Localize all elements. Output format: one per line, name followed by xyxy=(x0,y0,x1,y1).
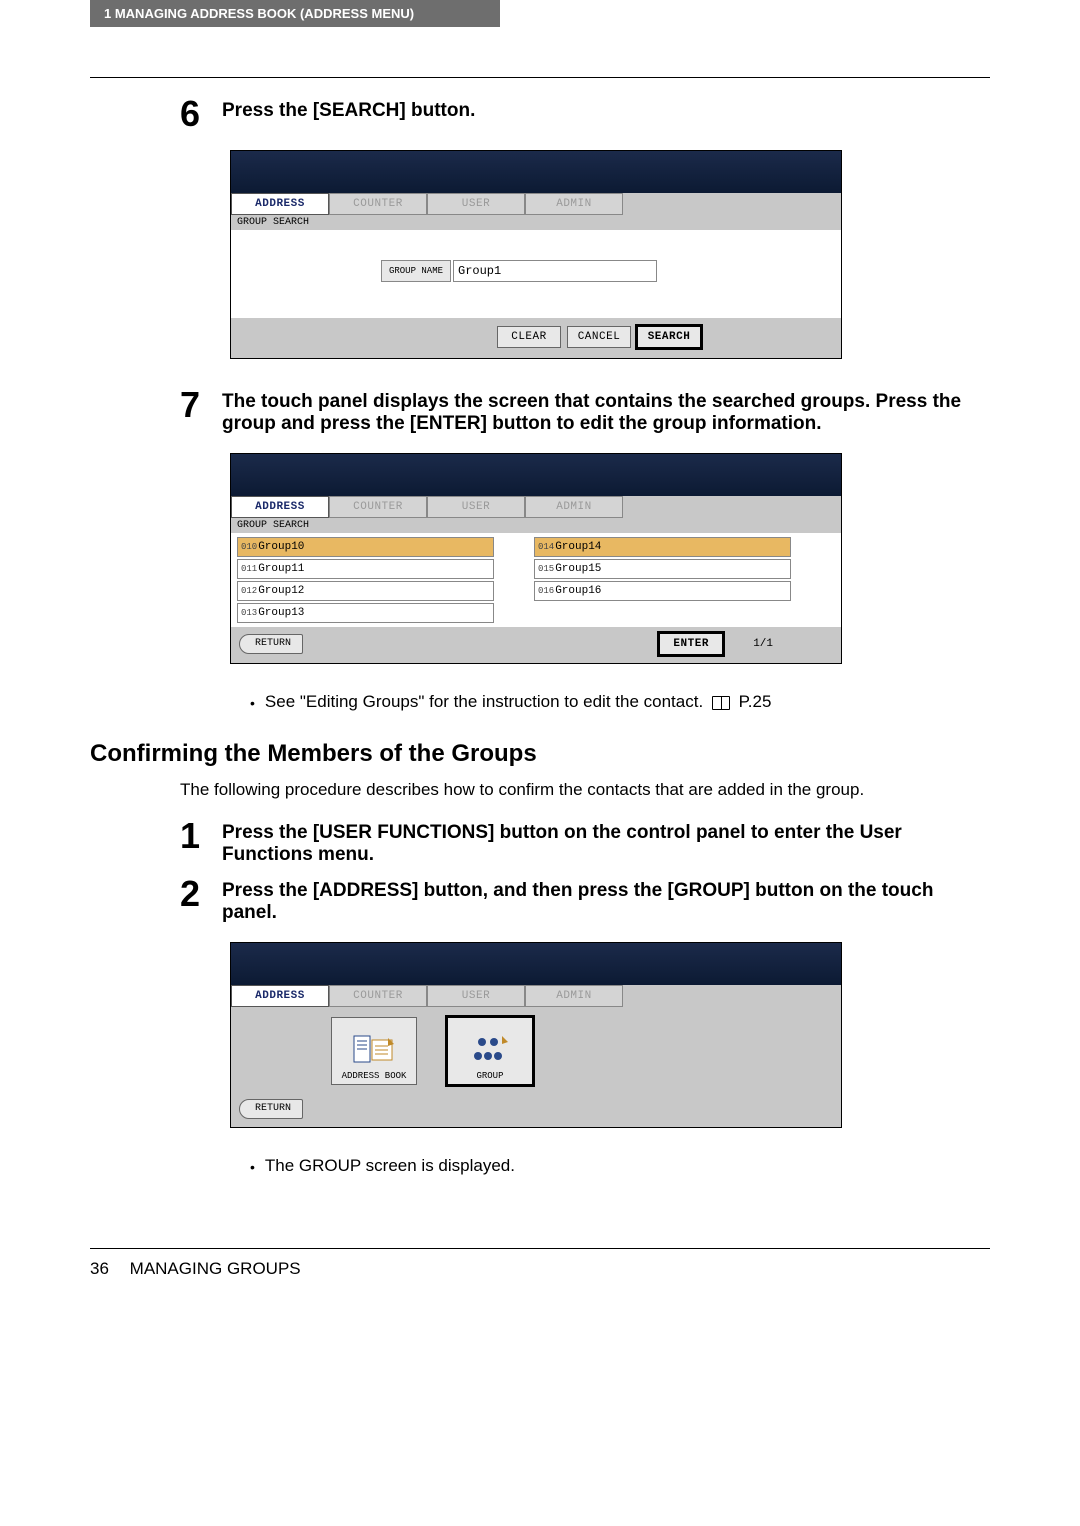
group-result-item[interactable]: 012Group12 xyxy=(237,581,494,601)
note-page-ref: P.25 xyxy=(739,692,772,711)
group-result-item[interactable]: 014Group14 xyxy=(534,537,791,557)
horizontal-rule xyxy=(90,77,990,78)
group-button[interactable]: GROUP xyxy=(447,1017,533,1085)
note-group-screen: • The GROUP screen is displayed. xyxy=(250,1156,990,1178)
page-indicator: 1/1 xyxy=(753,638,773,650)
step-number: 2 xyxy=(180,876,204,924)
panel-titlebar xyxy=(231,151,841,193)
icon-area: ADDRESS BOOK GROUP xyxy=(231,1007,841,1093)
footer-title: MANAGING GROUPS xyxy=(130,1259,301,1278)
group-result-item[interactable]: 011Group11 xyxy=(237,559,494,579)
step-number: 1 xyxy=(180,818,204,866)
button-row: CLEAR CANCEL SEARCH xyxy=(231,318,841,358)
tab-counter[interactable]: COUNTER xyxy=(329,193,427,215)
tab-address[interactable]: ADDRESS xyxy=(231,496,329,518)
tab-admin[interactable]: ADMIN xyxy=(525,985,623,1007)
group-result-empty xyxy=(534,603,791,623)
step-text: The touch panel displays the screen that… xyxy=(222,387,990,435)
step-text: Press the [ADDRESS] button, and then pre… xyxy=(222,876,990,924)
address-book-icon xyxy=(352,1032,396,1068)
tab-counter[interactable]: COUNTER xyxy=(329,985,427,1007)
group-label: GROUP xyxy=(476,1071,503,1081)
note-text: See "Editing Groups" for the instruction… xyxy=(265,692,703,711)
clear-button[interactable]: CLEAR xyxy=(497,326,561,348)
enter-button[interactable]: ENTER xyxy=(659,633,723,655)
section-intro: The following procedure describes how to… xyxy=(180,780,990,800)
tab-row: ADDRESS COUNTER USER ADMIN xyxy=(231,193,841,215)
group-name-field[interactable]: Group1 xyxy=(453,260,657,282)
results-panel: ADDRESS COUNTER USER ADMIN GROUP SEARCH … xyxy=(230,453,842,664)
results-footer: RETURN ENTER 1/1 xyxy=(231,627,841,663)
cancel-button[interactable]: CANCEL xyxy=(567,326,631,348)
step-1: 1 Press the [USER FUNCTIONS] button on t… xyxy=(180,818,990,866)
address-book-label: ADDRESS BOOK xyxy=(342,1071,407,1081)
section-title: Confirming the Members of the Groups xyxy=(90,740,990,768)
step-number: 7 xyxy=(180,387,204,435)
step-number: 6 xyxy=(180,96,204,132)
group-icon xyxy=(468,1032,512,1068)
tab-admin[interactable]: ADMIN xyxy=(525,193,623,215)
address-book-button[interactable]: ADDRESS BOOK xyxy=(331,1017,417,1085)
group-search-label: GROUP SEARCH xyxy=(231,215,841,230)
tab-row: ADDRESS COUNTER USER ADMIN xyxy=(231,985,841,1007)
return-button[interactable]: RETURN xyxy=(239,1099,303,1119)
step-6: 6 Press the [SEARCH] button. xyxy=(180,96,990,132)
page-footer: 36 MANAGING GROUPS xyxy=(90,1248,990,1279)
group-name-button[interactable]: GROUP NAME xyxy=(381,260,451,282)
step-2: 2 Press the [ADDRESS] button, and then p… xyxy=(180,876,990,924)
address-panel: ADDRESS COUNTER USER ADMIN xyxy=(230,942,842,1128)
group-result-item[interactable]: 010Group10 xyxy=(237,537,494,557)
tab-user[interactable]: USER xyxy=(427,985,525,1007)
return-button[interactable]: RETURN xyxy=(239,634,303,654)
panel-titlebar xyxy=(231,943,841,985)
bullet-icon: • xyxy=(250,1156,255,1178)
tab-counter[interactable]: COUNTER xyxy=(329,496,427,518)
step-text: Press the [USER FUNCTIONS] button on the… xyxy=(222,818,990,866)
group-search-label: GROUP SEARCH xyxy=(231,518,841,533)
group-result-item[interactable]: 013Group13 xyxy=(237,603,494,623)
page-number: 36 xyxy=(90,1259,109,1278)
group-result-item[interactable]: 016Group16 xyxy=(534,581,791,601)
note-editing-groups: • See "Editing Groups" for the instructi… xyxy=(250,692,990,714)
note-text: The GROUP screen is displayed. xyxy=(265,1156,515,1176)
tab-address[interactable]: ADDRESS xyxy=(231,193,329,215)
book-icon xyxy=(712,696,730,710)
step-7: 7 The touch panel displays the screen th… xyxy=(180,387,990,435)
search-button[interactable]: SEARCH xyxy=(637,326,701,348)
tab-user[interactable]: USER xyxy=(427,193,525,215)
search-area: GROUP NAME Group1 xyxy=(231,230,841,318)
panel-titlebar xyxy=(231,454,841,496)
tab-row: ADDRESS COUNTER USER ADMIN xyxy=(231,496,841,518)
search-panel: ADDRESS COUNTER USER ADMIN GROUP SEARCH … xyxy=(230,150,842,359)
result-area: 010Group10 014Group14 011Group11 015Group15… xyxy=(231,533,841,627)
tab-admin[interactable]: ADMIN xyxy=(525,496,623,518)
tab-user[interactable]: USER xyxy=(427,496,525,518)
group-result-item[interactable]: 015Group15 xyxy=(534,559,791,579)
panel-footer: RETURN xyxy=(231,1093,841,1127)
bullet-icon: • xyxy=(250,692,255,714)
chapter-header: 1 MANAGING ADDRESS BOOK (ADDRESS MENU) xyxy=(90,0,500,27)
tab-address[interactable]: ADDRESS xyxy=(231,985,329,1007)
step-text: Press the [SEARCH] button. xyxy=(222,96,990,132)
